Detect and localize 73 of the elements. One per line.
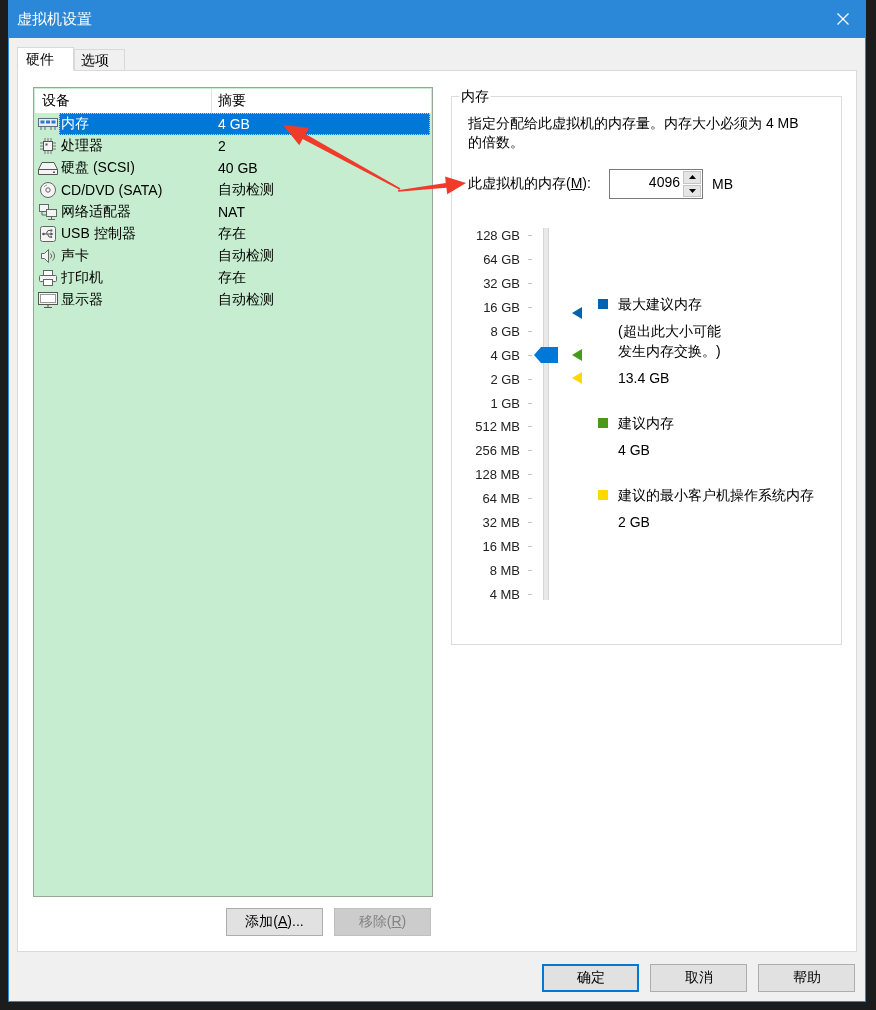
device-summary: 自动检测 bbox=[217, 247, 274, 265]
chip-icon bbox=[40, 138, 56, 154]
speaker-icon bbox=[41, 249, 55, 263]
network-icon bbox=[39, 204, 57, 220]
scale-label: 16 GB bbox=[483, 300, 520, 316]
device-name: 打印机 bbox=[60, 269, 104, 287]
unit-label: MB bbox=[712, 176, 733, 192]
cancel-button[interactable]: 取消 bbox=[650, 964, 747, 992]
window-title: 虚拟机设置 bbox=[17, 9, 92, 29]
device-row[interactable]: CD/DVD (SATA) 自动检测 bbox=[59, 179, 430, 201]
scale-label: 64 MB bbox=[482, 491, 520, 507]
legend-value: 4 GB bbox=[618, 441, 651, 460]
device-summary: 2 bbox=[217, 138, 226, 154]
scale-label: 32 MB bbox=[482, 514, 520, 530]
device-row[interactable]: 硬盘 (SCSI) 40 GB bbox=[59, 157, 430, 179]
scale-label: 4 MB bbox=[489, 586, 520, 602]
device-row[interactable]: USB 控制器 存在 bbox=[59, 223, 430, 245]
device-name: USB 控制器 bbox=[60, 225, 137, 243]
device-name: 硬盘 (SCSI) bbox=[60, 159, 136, 177]
device-summary: 4 GB bbox=[217, 116, 250, 132]
device-summary: 自动检测 bbox=[217, 291, 274, 309]
legend-value: 2 GB bbox=[618, 513, 651, 532]
group-title: 内存 bbox=[459, 87, 491, 105]
printer-icon bbox=[39, 270, 57, 286]
device-name: 处理器 bbox=[60, 137, 104, 155]
legend-title: 建议内存 bbox=[618, 414, 674, 433]
legend-note: (超出此大小可能发生内存交换。) bbox=[618, 322, 722, 361]
device-row[interactable]: 声卡 自动检测 bbox=[59, 245, 430, 267]
scale-label: 4 GB bbox=[490, 347, 520, 363]
device-summary: 存在 bbox=[217, 269, 246, 287]
device-name: 声卡 bbox=[60, 247, 90, 265]
slider-thumb[interactable] bbox=[534, 346, 558, 363]
scale-label: 256 MB bbox=[475, 443, 520, 459]
device-name: 网络适配器 bbox=[60, 203, 132, 221]
device-summary: 自动检测 bbox=[217, 181, 274, 199]
disc-icon bbox=[40, 182, 56, 198]
tab[interactable]: 选项 bbox=[74, 49, 125, 71]
tab[interactable]: 硬件 bbox=[17, 47, 74, 71]
device-row[interactable]: 处理器 2 bbox=[59, 135, 430, 157]
legend-title: 最大建议内存 bbox=[618, 295, 702, 314]
device-row[interactable]: 网络适配器 NAT bbox=[59, 201, 430, 223]
column-header[interactable]: 摘要 bbox=[212, 89, 246, 113]
device-name: CD/DVD (SATA) bbox=[60, 182, 164, 198]
scale-label: 1 GB bbox=[490, 395, 520, 411]
usb-icon bbox=[40, 226, 56, 242]
add-button[interactable]: 添加(A)... bbox=[226, 908, 323, 936]
legend-title: 建议的最小客户机操作系统内存 bbox=[618, 486, 814, 505]
device-row[interactable]: 显示器 自动检测 bbox=[59, 289, 430, 311]
device-summary: 存在 bbox=[217, 225, 246, 243]
scale-label: 128 MB bbox=[475, 467, 520, 483]
device-summary: NAT bbox=[217, 204, 245, 220]
scale-label: 8 MB bbox=[489, 562, 520, 578]
scale-label: 32 GB bbox=[483, 276, 520, 292]
close-icon bbox=[837, 13, 849, 25]
ok-button[interactable]: 确定 bbox=[542, 964, 639, 992]
scale-label: 2 GB bbox=[490, 371, 520, 387]
scale-label: 64 GB bbox=[483, 252, 520, 268]
legend-value: 13.4 GB bbox=[618, 369, 671, 388]
help-button[interactable]: 帮助 bbox=[758, 964, 855, 992]
device-row[interactable]: 打印机 存在 bbox=[59, 267, 430, 289]
scale-label: 16 MB bbox=[482, 538, 520, 554]
scale-label: 512 MB bbox=[475, 419, 520, 435]
field-label: 此虚拟机的内存(M): bbox=[468, 175, 592, 193]
device-name: 内存 bbox=[60, 115, 90, 133]
scale-label: 8 GB bbox=[490, 323, 520, 339]
scale-label: 128 GB bbox=[475, 228, 520, 244]
monitor-icon bbox=[38, 292, 58, 308]
device-name: 显示器 bbox=[60, 291, 104, 309]
description-text: 指定分配给此虚拟机的内存量。内存大小必须为 4 MB 的倍数。 bbox=[468, 114, 800, 152]
device-summary: 40 GB bbox=[217, 160, 258, 176]
memory-module-icon bbox=[38, 118, 58, 130]
device-row[interactable]: 内存 4 GB bbox=[59, 113, 430, 135]
hard-drive-icon bbox=[38, 161, 58, 175]
